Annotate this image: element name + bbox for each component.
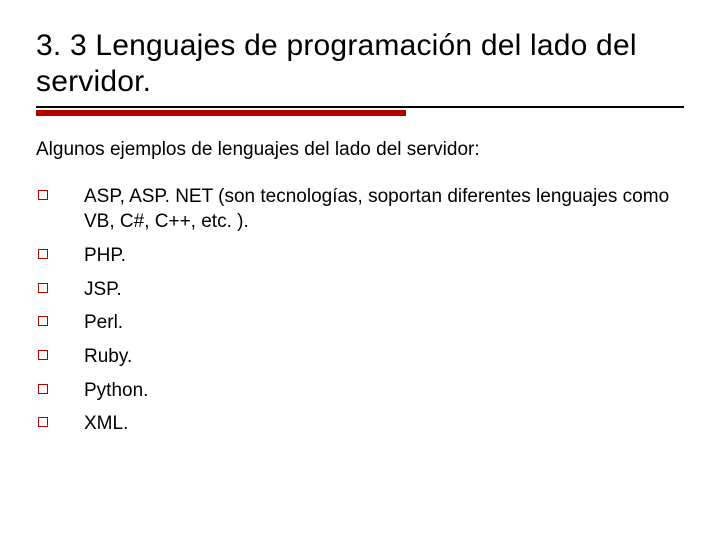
underline-thin [36,106,684,108]
list-item: Perl. [36,310,684,336]
slide: 3. 3 Lenguajes de programación del lado … [0,0,720,540]
list-item-text: PHP. [84,243,684,269]
list-item-text: Perl. [84,310,684,336]
square-bullet-icon [38,249,48,259]
list-item-text: Python. [84,378,684,404]
language-list: ASP, ASP. NET (son tecnologías, soportan… [36,184,684,437]
list-item: PHP. [36,243,684,269]
list-item: ASP, ASP. NET (son tecnologías, soportan… [36,184,684,235]
square-bullet-icon [38,283,48,293]
list-item-text: JSP. [84,277,684,303]
list-item-text: Ruby. [84,344,684,370]
list-item-text: ASP, ASP. NET (son tecnologías, soportan… [84,184,684,235]
list-item: Python. [36,378,684,404]
square-bullet-icon [38,316,48,326]
list-item-text: XML. [84,411,684,437]
square-bullet-icon [38,350,48,360]
square-bullet-icon [38,190,48,200]
intro-text: Algunos ejemplos de lenguajes del lado d… [36,138,684,162]
list-item: JSP. [36,277,684,303]
title-underline [36,106,684,116]
square-bullet-icon [38,384,48,394]
square-bullet-icon [38,417,48,427]
underline-thick [36,110,406,116]
slide-title: 3. 3 Lenguajes de programación del lado … [36,28,684,100]
list-item: Ruby. [36,344,684,370]
list-item: XML. [36,411,684,437]
